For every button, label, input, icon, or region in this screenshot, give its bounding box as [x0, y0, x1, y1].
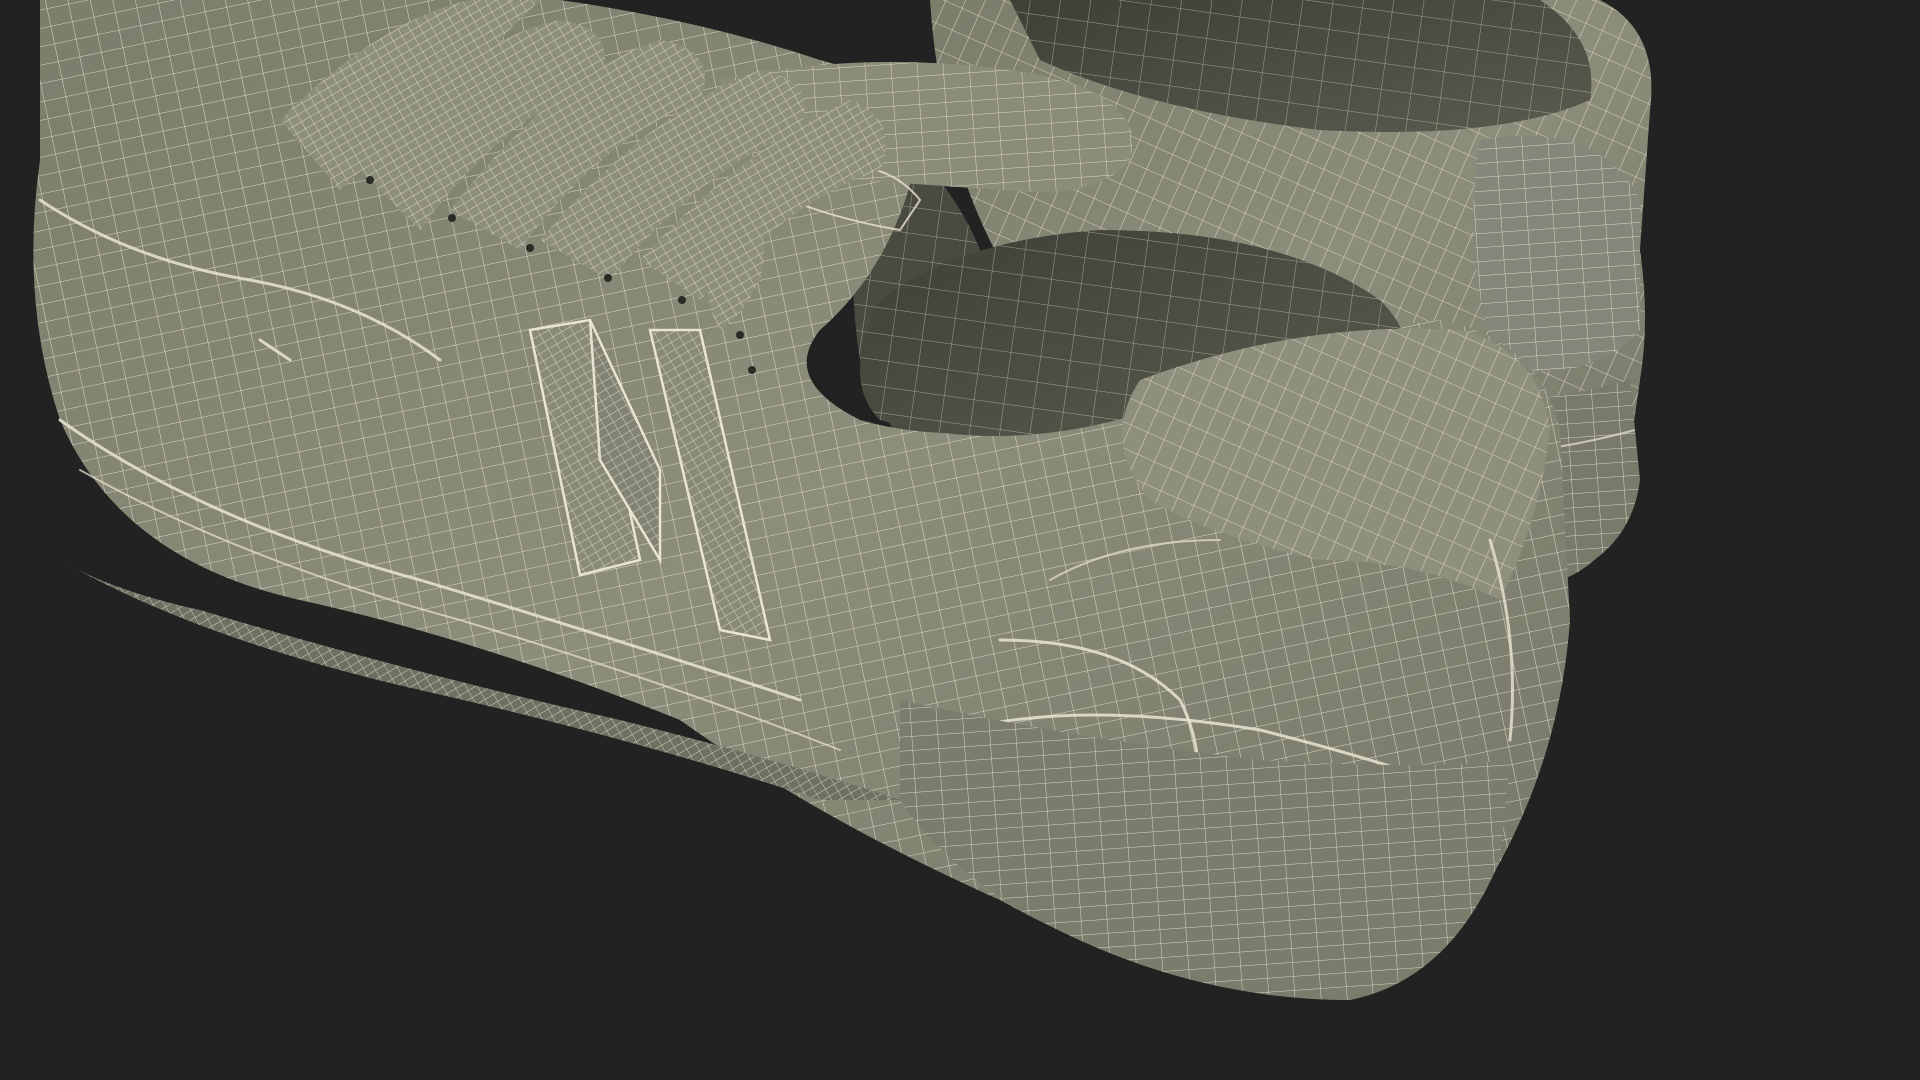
wireframe-render — [33, 0, 1652, 1000]
render-viewport — [0, 0, 1920, 1080]
